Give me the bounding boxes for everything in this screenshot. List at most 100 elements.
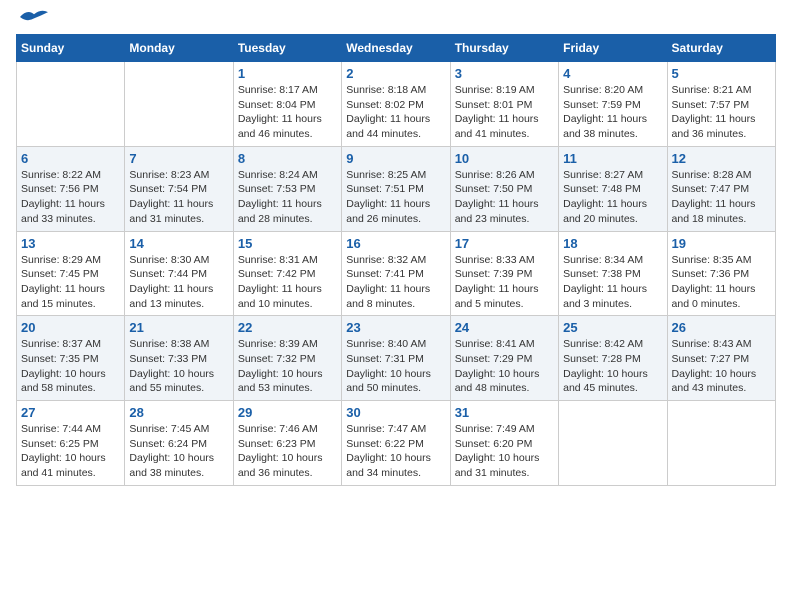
- day-number: 9: [346, 151, 445, 166]
- calendar-cell: 21 Sunrise: 8:38 AM Sunset: 7:33 PM Dayli…: [125, 316, 233, 401]
- calendar-cell: 9Sunrise: 8:25 AM Sunset: 7:51 PM Daylig…: [342, 146, 450, 231]
- day-info: Sunrise: 8:26 AM Sunset: 7:50 PM Dayligh…: [455, 168, 554, 227]
- day-number: 8: [238, 151, 337, 166]
- day-info: Sunrise: 8:28 AM Sunset: 7:47 PM Dayligh…: [672, 168, 771, 227]
- calendar-cell: 28 Sunrise: 7:45 AM Sunset: 6:24 PM Dayli…: [125, 401, 233, 486]
- page-header: [16, 16, 776, 26]
- day-number: 14: [129, 236, 228, 251]
- calendar-cell: 7 Sunrise: 8:23 AM Sunset: 7:54 PM Daylig…: [125, 146, 233, 231]
- calendar-week-1: 1 Sunrise: 8:17 AM Sunset: 8:04 PM Daylig…: [17, 62, 776, 147]
- calendar-cell: 8 Sunrise: 8:24 AM Sunset: 7:53 PM Daylig…: [233, 146, 341, 231]
- day-info: Sunrise: 8:34 AM Sunset: 7:38 PM Dayligh…: [563, 253, 662, 312]
- calendar-cell: 31Sunrise: 7:49 AM Sunset: 6:20 PM Dayli…: [450, 401, 558, 486]
- day-number: 23: [346, 320, 445, 335]
- weekday-header-wednesday: Wednesday: [342, 35, 450, 62]
- day-number: 10: [455, 151, 554, 166]
- day-info: Sunrise: 8:19 AM Sunset: 8:01 PM Dayligh…: [455, 83, 554, 142]
- day-info: Sunrise: 8:37 AM Sunset: 7:35 PM Dayligh…: [21, 337, 120, 396]
- day-info: Sunrise: 8:21 AM Sunset: 7:57 PM Dayligh…: [672, 83, 771, 142]
- calendar-cell: 17 Sunrise: 8:33 AM Sunset: 7:39 PM Dayli…: [450, 231, 558, 316]
- weekday-header-saturday: Saturday: [667, 35, 775, 62]
- day-info: Sunrise: 7:47 AM Sunset: 6:22 PM Dayligh…: [346, 422, 445, 481]
- day-number: 7: [129, 151, 228, 166]
- day-info: Sunrise: 8:40 AM Sunset: 7:31 PM Dayligh…: [346, 337, 445, 396]
- day-info: Sunrise: 8:23 AM Sunset: 7:54 PM Dayligh…: [129, 168, 228, 227]
- day-info: Sunrise: 8:20 AM Sunset: 7:59 PM Dayligh…: [563, 83, 662, 142]
- calendar-week-3: 13 Sunrise: 8:29 AM Sunset: 7:45 PM Dayli…: [17, 231, 776, 316]
- day-info: Sunrise: 8:27 AM Sunset: 7:48 PM Dayligh…: [563, 168, 662, 227]
- day-number: 1: [238, 66, 337, 81]
- day-number: 21: [129, 320, 228, 335]
- day-number: 28: [129, 405, 228, 420]
- calendar-cell: 13 Sunrise: 8:29 AM Sunset: 7:45 PM Dayli…: [17, 231, 125, 316]
- weekday-header-tuesday: Tuesday: [233, 35, 341, 62]
- weekday-header-friday: Friday: [559, 35, 667, 62]
- day-info: Sunrise: 8:29 AM Sunset: 7:45 PM Dayligh…: [21, 253, 120, 312]
- day-number: 6: [21, 151, 120, 166]
- calendar-table: SundayMondayTuesdayWednesdayThursdayFrid…: [16, 34, 776, 486]
- calendar-cell: 27Sunrise: 7:44 AM Sunset: 6:25 PM Dayli…: [17, 401, 125, 486]
- day-number: 3: [455, 66, 554, 81]
- day-number: 16: [346, 236, 445, 251]
- calendar-cell: 18 Sunrise: 8:34 AM Sunset: 7:38 PM Dayli…: [559, 231, 667, 316]
- day-number: 26: [672, 320, 771, 335]
- calendar-cell: 11 Sunrise: 8:27 AM Sunset: 7:48 PM Dayli…: [559, 146, 667, 231]
- day-number: 29: [238, 405, 337, 420]
- calendar-cell: [125, 62, 233, 147]
- day-info: Sunrise: 8:33 AM Sunset: 7:39 PM Dayligh…: [455, 253, 554, 312]
- calendar-cell: 20 Sunrise: 8:37 AM Sunset: 7:35 PM Dayli…: [17, 316, 125, 401]
- day-number: 31: [455, 405, 554, 420]
- day-number: 4: [563, 66, 662, 81]
- calendar-cell: 19 Sunrise: 8:35 AM Sunset: 7:36 PM Dayli…: [667, 231, 775, 316]
- calendar-week-4: 20 Sunrise: 8:37 AM Sunset: 7:35 PM Dayli…: [17, 316, 776, 401]
- calendar-cell: 22 Sunrise: 8:39 AM Sunset: 7:32 PM Dayli…: [233, 316, 341, 401]
- day-info: Sunrise: 7:45 AM Sunset: 6:24 PM Dayligh…: [129, 422, 228, 481]
- day-info: Sunrise: 8:39 AM Sunset: 7:32 PM Dayligh…: [238, 337, 337, 396]
- calendar-cell: 14Sunrise: 8:30 AM Sunset: 7:44 PM Dayli…: [125, 231, 233, 316]
- day-info: Sunrise: 8:35 AM Sunset: 7:36 PM Dayligh…: [672, 253, 771, 312]
- calendar-cell: 30 Sunrise: 7:47 AM Sunset: 6:22 PM Dayli…: [342, 401, 450, 486]
- calendar-cell: 12 Sunrise: 8:28 AM Sunset: 7:47 PM Dayli…: [667, 146, 775, 231]
- day-number: 20: [21, 320, 120, 335]
- day-number: 22: [238, 320, 337, 335]
- day-number: 2: [346, 66, 445, 81]
- calendar-week-2: 6 Sunrise: 8:22 AM Sunset: 7:56 PM Daylig…: [17, 146, 776, 231]
- day-info: Sunrise: 8:17 AM Sunset: 8:04 PM Dayligh…: [238, 83, 337, 142]
- day-info: Sunrise: 7:44 AM Sunset: 6:25 PM Dayligh…: [21, 422, 120, 481]
- calendar-cell: 23 Sunrise: 8:40 AM Sunset: 7:31 PM Dayli…: [342, 316, 450, 401]
- logo: [16, 16, 48, 26]
- weekday-header-sunday: Sunday: [17, 35, 125, 62]
- day-number: 25: [563, 320, 662, 335]
- weekday-header-monday: Monday: [125, 35, 233, 62]
- calendar-cell: 4 Sunrise: 8:20 AM Sunset: 7:59 PM Daylig…: [559, 62, 667, 147]
- calendar-cell: 29Sunrise: 7:46 AM Sunset: 6:23 PM Dayli…: [233, 401, 341, 486]
- calendar-cell: 25Sunrise: 8:42 AM Sunset: 7:28 PM Dayli…: [559, 316, 667, 401]
- day-info: Sunrise: 8:43 AM Sunset: 7:27 PM Dayligh…: [672, 337, 771, 396]
- day-number: 30: [346, 405, 445, 420]
- calendar-cell: 6 Sunrise: 8:22 AM Sunset: 7:56 PM Daylig…: [17, 146, 125, 231]
- calendar-cell: 15 Sunrise: 8:31 AM Sunset: 7:42 PM Dayli…: [233, 231, 341, 316]
- day-info: Sunrise: 8:31 AM Sunset: 7:42 PM Dayligh…: [238, 253, 337, 312]
- day-number: 11: [563, 151, 662, 166]
- day-number: 18: [563, 236, 662, 251]
- day-number: 13: [21, 236, 120, 251]
- calendar-cell: 24Sunrise: 8:41 AM Sunset: 7:29 PM Dayli…: [450, 316, 558, 401]
- calendar-cell: 1 Sunrise: 8:17 AM Sunset: 8:04 PM Daylig…: [233, 62, 341, 147]
- day-number: 24: [455, 320, 554, 335]
- day-number: 5: [672, 66, 771, 81]
- day-number: 15: [238, 236, 337, 251]
- day-info: Sunrise: 8:38 AM Sunset: 7:33 PM Dayligh…: [129, 337, 228, 396]
- calendar-cell: [667, 401, 775, 486]
- calendar-cell: [559, 401, 667, 486]
- day-info: Sunrise: 8:24 AM Sunset: 7:53 PM Dayligh…: [238, 168, 337, 227]
- calendar-cell: 3 Sunrise: 8:19 AM Sunset: 8:01 PM Daylig…: [450, 62, 558, 147]
- day-info: Sunrise: 8:18 AM Sunset: 8:02 PM Dayligh…: [346, 83, 445, 142]
- day-number: 17: [455, 236, 554, 251]
- calendar-cell: 26 Sunrise: 8:43 AM Sunset: 7:27 PM Dayli…: [667, 316, 775, 401]
- day-number: 12: [672, 151, 771, 166]
- day-info: Sunrise: 8:22 AM Sunset: 7:56 PM Dayligh…: [21, 168, 120, 227]
- day-number: 19: [672, 236, 771, 251]
- calendar-cell: 16Sunrise: 8:32 AM Sunset: 7:41 PM Dayli…: [342, 231, 450, 316]
- calendar-cell: 2 Sunrise: 8:18 AM Sunset: 8:02 PM Daylig…: [342, 62, 450, 147]
- calendar-cell: 5 Sunrise: 8:21 AM Sunset: 7:57 PM Daylig…: [667, 62, 775, 147]
